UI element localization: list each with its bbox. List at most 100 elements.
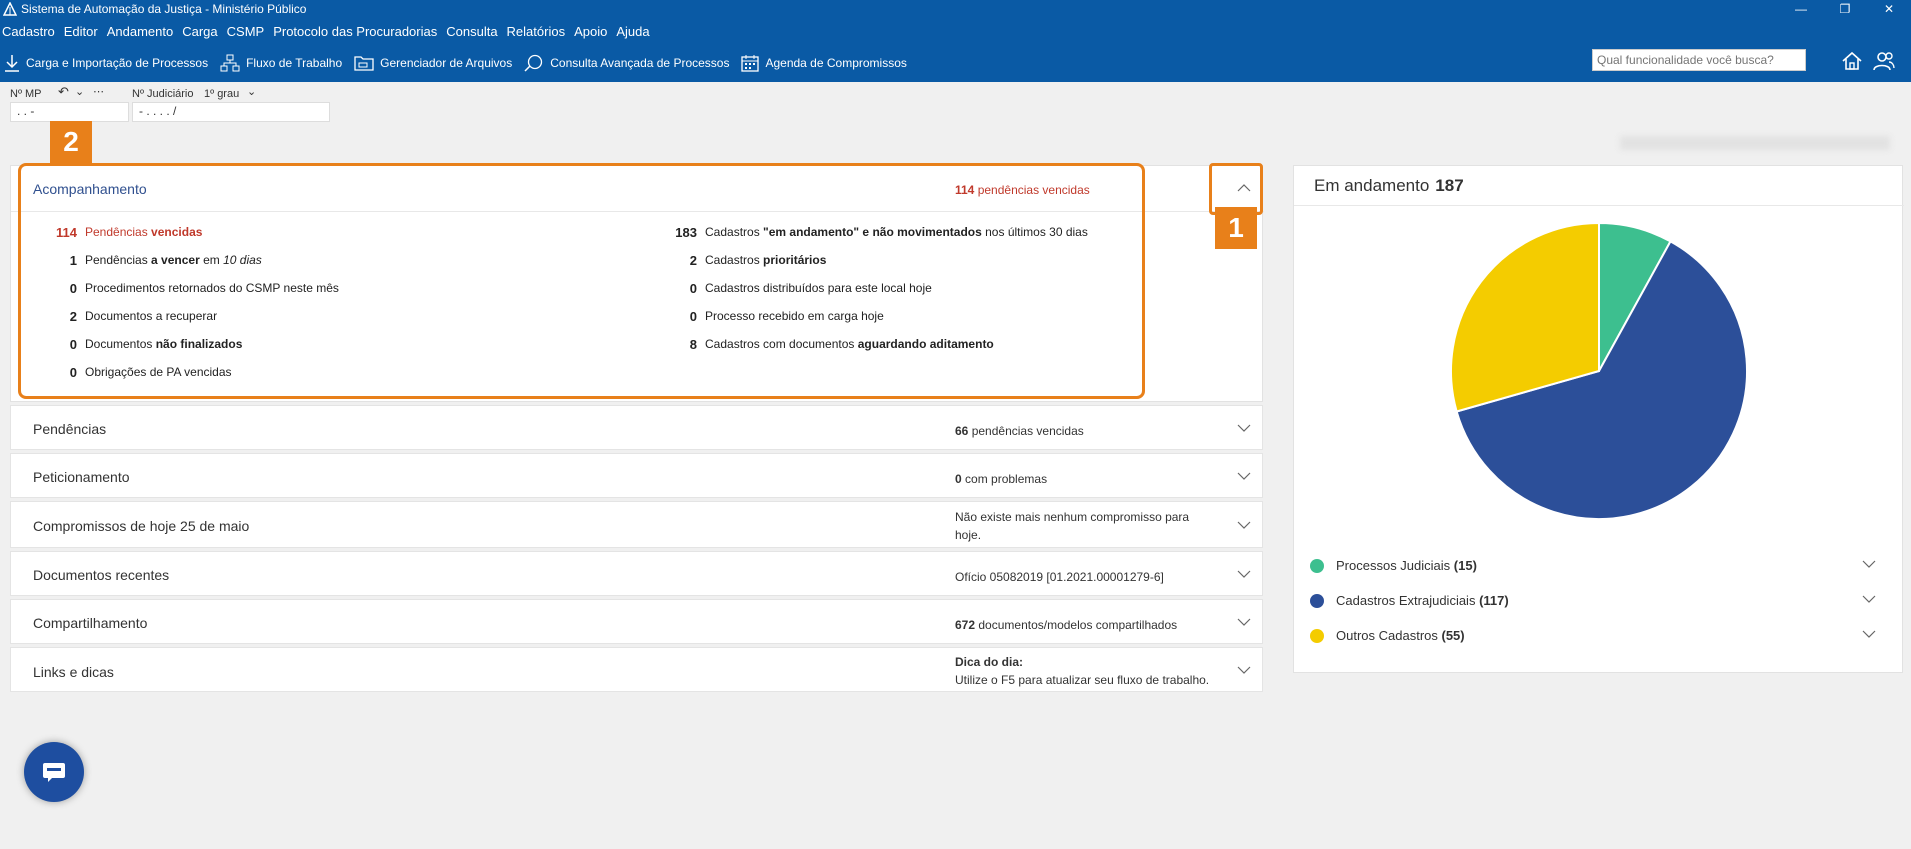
summary-text: com problemas	[965, 472, 1048, 486]
minimize-icon[interactable]: —	[1779, 0, 1823, 18]
tip-heading: Dica do dia:	[955, 655, 1024, 669]
toolbar-fluxo-button[interactable]: Fluxo de Trabalho	[220, 54, 342, 72]
users-icon[interactable]	[1872, 49, 1896, 73]
callout-box-2	[18, 163, 1145, 399]
chevron-down-icon[interactable]	[1237, 569, 1251, 579]
legend-processos-judiciais[interactable]: Processos Judiciais (15)	[1310, 558, 1477, 573]
chevron-down-icon[interactable]	[1862, 559, 1876, 569]
chart-title: Em andamento	[1314, 176, 1430, 195]
home-icon[interactable]	[1840, 49, 1864, 73]
legend-dot	[1310, 628, 1324, 643]
chat-fab-button[interactable]	[24, 742, 84, 802]
section-summary: 0 com problemas	[955, 470, 1205, 488]
section-compartilhamento[interactable]: Compartilhamento 672 documentos/modelos …	[10, 599, 1263, 644]
toolbar-consulta-label: Consulta Avançada de Processos	[550, 56, 730, 70]
legend-value: (15)	[1453, 558, 1477, 573]
chevron-down-icon[interactable]	[1237, 471, 1251, 481]
chevron-down-icon[interactable]	[1237, 423, 1251, 433]
window-title: Sistema de Automação da Justiça - Minist…	[21, 2, 307, 16]
calendar-icon	[741, 55, 760, 72]
legend-label: Processos Judiciais	[1336, 558, 1451, 573]
search-chat-icon	[524, 54, 543, 72]
chevron-down-icon[interactable]	[1237, 520, 1251, 530]
card-header: Em andamento 187	[1294, 166, 1904, 206]
menu-apoio[interactable]: Apoio	[574, 24, 607, 39]
menu-andamento[interactable]: Andamento	[107, 24, 174, 39]
window-controls: — ❐ ✕	[1779, 0, 1911, 18]
process-number-fields: Nº MP ↶ ⌄ ⋯ . . - Nº Judiciário 1º grau …	[0, 82, 1911, 132]
download-icon	[5, 55, 19, 72]
section-documentos-recentes[interactable]: Documentos recentes Ofício 05082019 [01.…	[10, 551, 1263, 596]
callout-number-2: 2	[50, 121, 92, 163]
tip-text: Utilize o F5 para atualizar seu fluxo de…	[955, 673, 1210, 687]
judicial-label: Nº Judiciário	[132, 88, 194, 100]
toolbar-consulta-button[interactable]: Consulta Avançada de Processos	[524, 54, 729, 72]
status-pie-chart	[1450, 221, 1748, 520]
legend-value: (117)	[1479, 593, 1509, 608]
chevron-down-icon[interactable]	[1862, 594, 1876, 604]
section-title: Compromissos de hoje 25 de maio	[33, 518, 250, 534]
legend-label: Cadastros Extrajudiciais	[1336, 593, 1476, 608]
toolbar-carga-label: Carga e Importação de Processos	[26, 56, 209, 70]
menu-consulta[interactable]: Consulta	[446, 24, 497, 39]
section-title: Documentos recentes	[33, 567, 170, 583]
undo-icon[interactable]: ↶	[58, 84, 69, 100]
summary-text: documentos/modelos compartilhados	[978, 618, 1178, 632]
section-summary: 672 documentos/modelos compartilhados	[955, 616, 1205, 634]
maximize-icon[interactable]: ❐	[1823, 0, 1867, 18]
section-peticionamento[interactable]: Peticionamento 0 com problemas	[10, 453, 1263, 498]
title-bar: Sistema de Automação da Justiça - Minist…	[0, 0, 1911, 18]
app-logo-icon	[3, 2, 17, 16]
judicial-number-input[interactable]: - . . . . /	[132, 102, 330, 122]
section-pendencias[interactable]: Pendências 66 pendências vencidas	[10, 405, 1263, 450]
section-summary: Não existe mais nenhum compromisso para …	[955, 510, 1190, 542]
more-icon[interactable]: ⋯	[93, 85, 104, 98]
menu-cadastro[interactable]: Cadastro	[2, 24, 55, 39]
toolbar-fluxo-label: Fluxo de Trabalho	[246, 56, 343, 70]
blurred-region	[1620, 136, 1890, 150]
section-title: Links e dicas	[33, 664, 114, 680]
toolbar-agenda-button[interactable]: Agenda de Compromissos	[741, 54, 907, 72]
legend-dot	[1310, 558, 1324, 573]
grau-chevron-icon[interactable]: ⌄	[247, 85, 256, 98]
legend-value: (55)	[1441, 628, 1465, 643]
toolbar-arquivos-button[interactable]: Gerenciador de Arquivos	[354, 54, 512, 72]
section-title: Compartilhamento	[33, 615, 148, 631]
legend-cadastros-extrajudiciais[interactable]: Cadastros Extrajudiciais (117)	[1310, 593, 1509, 608]
section-summary: Dica do dia: Utilize o F5 para atualizar…	[955, 653, 1210, 689]
section-links-dicas[interactable]: Links e dicas Dica do dia: Utilize o F5 …	[10, 647, 1263, 692]
summary-count: 66	[955, 424, 969, 438]
toolbar-agenda-label: Agenda de Compromissos	[765, 56, 907, 70]
close-icon[interactable]: ✕	[1867, 0, 1911, 18]
chevron-down-icon[interactable]	[1237, 665, 1251, 675]
menu-carga[interactable]: Carga	[182, 24, 217, 39]
chevron-down-icon[interactable]	[1862, 629, 1876, 639]
chart-total: 187	[1435, 176, 1464, 195]
summary-count: 0	[955, 472, 962, 486]
mp-label: Nº MP	[10, 88, 42, 100]
em-andamento-card: Em andamento 187 Processos Judiciais (15)…	[1293, 165, 1904, 673]
grau-select[interactable]: 1º grau	[204, 88, 239, 100]
menu-relatorios[interactable]: Relatórios	[507, 24, 566, 39]
section-summary[interactable]: Ofício 05082019 [01.2021.00001279-6]	[955, 568, 1205, 586]
legend-dot	[1310, 593, 1324, 608]
chat-icon	[43, 763, 65, 782]
legend-outros-cadastros[interactable]: Outros Cadastros (55)	[1310, 628, 1465, 643]
toolbar-arquivos-label: Gerenciador de Arquivos	[380, 56, 513, 70]
legend-label: Outros Cadastros	[1336, 628, 1438, 643]
section-compromissos[interactable]: Compromissos de hoje 25 de maio Não exis…	[10, 501, 1263, 548]
menu-csmp[interactable]: CSMP	[227, 24, 265, 39]
feature-search-input[interactable]	[1592, 49, 1806, 71]
menu-ajuda[interactable]: Ajuda	[616, 24, 649, 39]
chevron-down-icon[interactable]: ⌄	[75, 85, 84, 98]
menu-editor[interactable]: Editor	[64, 24, 98, 39]
card-title: Em andamento 187	[1314, 176, 1464, 196]
menu-bar: Cadastro Editor Andamento Carga CSMP Pro…	[0, 18, 1911, 44]
toolbar-carga-button[interactable]: Carga e Importação de Processos	[4, 54, 208, 72]
section-summary: 66 pendências vencidas	[955, 422, 1205, 440]
callout-number-1: 1	[1215, 207, 1257, 249]
workflow-icon	[220, 54, 240, 72]
menu-protocolo[interactable]: Protocolo das Procuradorias	[273, 24, 437, 39]
mp-number-input[interactable]: . . -	[10, 102, 129, 122]
chevron-down-icon[interactable]	[1237, 617, 1251, 627]
